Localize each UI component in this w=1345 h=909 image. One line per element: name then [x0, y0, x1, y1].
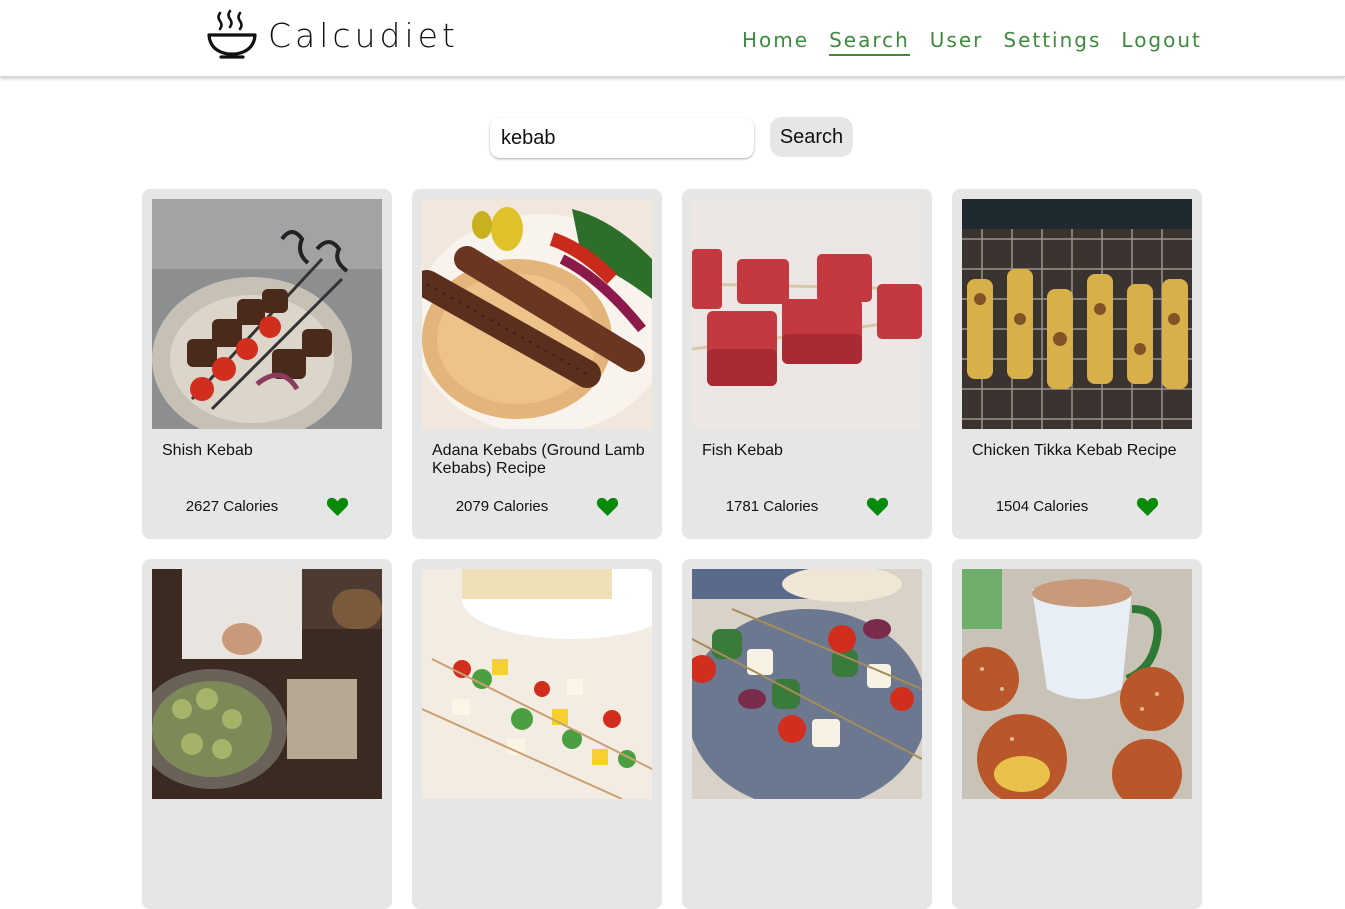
- brand[interactable]: Calcudiet: [206, 9, 459, 61]
- recipe-calories: 2079 Calories: [455, 498, 549, 515]
- top-header: Calcudiet Home Search User Settings Logo…: [0, 0, 1345, 77]
- search-button[interactable]: Search: [770, 117, 853, 157]
- recipe-card[interactable]: [682, 559, 932, 909]
- recipe-calories: 2627 Calories: [185, 498, 279, 515]
- recipe-image[interactable]: [962, 569, 1192, 799]
- heart-icon[interactable]: [596, 496, 619, 517]
- chef-cooking-kebabs-photo: [152, 569, 382, 799]
- recipe-image[interactable]: [152, 569, 382, 799]
- chicken-tikka-grill-photo: [962, 199, 1192, 429]
- recipe-calories: 1504 Calories: [995, 498, 1089, 515]
- recipe-image[interactable]: [692, 569, 922, 799]
- recipe-card[interactable]: [412, 559, 662, 909]
- recipe-title[interactable]: Chicken Tikka Kebab Recipe: [972, 442, 1187, 460]
- recipe-image[interactable]: [422, 199, 652, 429]
- recipe-card[interactable]: Adana Kebabs (Ground Lamb Kebabs) Recipe…: [412, 189, 662, 539]
- recipe-card[interactable]: [142, 559, 392, 909]
- recipe-image[interactable]: [962, 199, 1192, 429]
- recipe-calories: 1781 Calories: [725, 498, 819, 515]
- brand-name: Calcudiet: [268, 15, 459, 55]
- recipe-title[interactable]: Adana Kebabs (Ground Lamb Kebabs) Recipe: [432, 442, 647, 478]
- tea-cup-and-buns-photo: [962, 569, 1192, 799]
- recipe-title[interactable]: Fish Kebab: [702, 442, 917, 460]
- veggie-skewers-plate-photo: [692, 569, 922, 799]
- raw-fish-cubes-skewers-photo: [692, 199, 922, 429]
- recipe-image[interactable]: [422, 569, 652, 799]
- grilled-meat-skewers-photo: [152, 199, 382, 429]
- recipe-title[interactable]: Shish Kebab: [162, 442, 377, 460]
- heart-icon[interactable]: [1136, 496, 1159, 517]
- nav-home-link[interactable]: Home: [742, 28, 809, 56]
- heart-icon[interactable]: [326, 496, 349, 517]
- recipe-card[interactable]: [952, 559, 1202, 909]
- recipe-image[interactable]: [692, 199, 922, 429]
- nav-search-link[interactable]: Search: [829, 28, 910, 56]
- nav-logout-link[interactable]: Logout: [1121, 28, 1201, 56]
- vegetable-halloumi-skewers-photo: [422, 569, 652, 799]
- recipe-image[interactable]: [152, 199, 382, 429]
- ground-lamb-kebabs-photo: [422, 199, 652, 429]
- main-nav: Home Search User Settings Logout: [742, 28, 1222, 56]
- bowl-logo-icon: [207, 9, 257, 59]
- search-input[interactable]: [490, 118, 754, 158]
- recipe-card[interactable]: Fish Kebab 1781 Calories: [682, 189, 932, 539]
- recipe-card[interactable]: Shish Kebab 2627 Calories: [142, 189, 392, 539]
- recipe-card[interactable]: Chicken Tikka Kebab Recipe 1504 Calories: [952, 189, 1202, 539]
- nav-settings-link[interactable]: Settings: [1003, 28, 1101, 56]
- nav-user-link[interactable]: User: [930, 28, 984, 56]
- heart-icon[interactable]: [866, 496, 889, 517]
